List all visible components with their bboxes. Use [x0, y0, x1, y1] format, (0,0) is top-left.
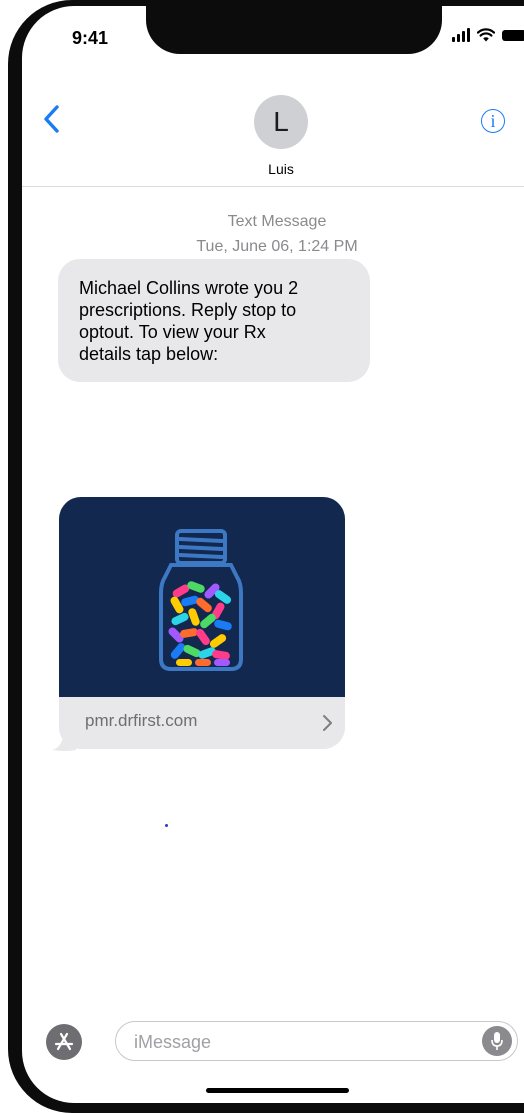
chevron-right-icon — [323, 715, 332, 731]
bubble-tail — [52, 732, 76, 751]
cursor-dot — [165, 824, 168, 827]
service-label: Text Message — [227, 213, 327, 230]
link-preview-image[interactable] — [59, 497, 345, 697]
battery-icon — [502, 29, 524, 41]
microphone-glyph-icon — [491, 1032, 503, 1050]
message-line: details tap below: — [79, 344, 219, 364]
message-timestamp: Tue, June 06, 1:24 PM — [196, 238, 358, 255]
info-icon[interactable]: i — [481, 109, 505, 133]
header-divider — [22, 186, 524, 187]
microphone-icon[interactable] — [482, 1026, 512, 1056]
phone-bezel: 9:41 L Luis i Text Message Tue, June 06,… — [8, 0, 524, 1113]
imessage-input[interactable]: iMessage — [115, 1021, 518, 1061]
incoming-message-bubble[interactable]: Michael Collins wrote you 2 prescription… — [58, 259, 370, 382]
messages-screen: 9:41 L Luis i Text Message Tue, June 06,… — [22, 6, 524, 1103]
cellular-signal-icon — [452, 28, 470, 42]
message-line: prescriptions. Reply stop to — [79, 300, 297, 320]
status-time: 9:41 — [72, 28, 109, 48]
imessage-placeholder: iMessage — [134, 1032, 212, 1052]
link-preview-card[interactable]: pmr.drfirst.com — [59, 497, 345, 749]
message-line: Michael Collins wrote you 2 — [79, 278, 299, 298]
contact-avatar[interactable]: L — [254, 95, 308, 149]
pill-bottle-icon — [159, 529, 243, 671]
app-store-glyph-icon — [54, 1032, 74, 1051]
status-icons — [452, 28, 524, 42]
app-store-icon[interactable] — [46, 1024, 82, 1060]
device-frame: 9:41 L Luis i Text Message Tue, June 06,… — [0, 0, 524, 1113]
notch — [146, 6, 442, 54]
home-indicator[interactable] — [206, 1088, 349, 1093]
avatar-initial: L — [273, 106, 289, 137]
back-chevron-icon[interactable] — [42, 104, 62, 134]
wifi-icon — [477, 28, 495, 42]
link-preview-footer[interactable]: pmr.drfirst.com — [59, 697, 345, 749]
contact-name[interactable]: Luis — [222, 161, 340, 177]
link-domain: pmr.drfirst.com — [85, 711, 198, 730]
message-line: optout. To view your Rx — [79, 322, 266, 342]
